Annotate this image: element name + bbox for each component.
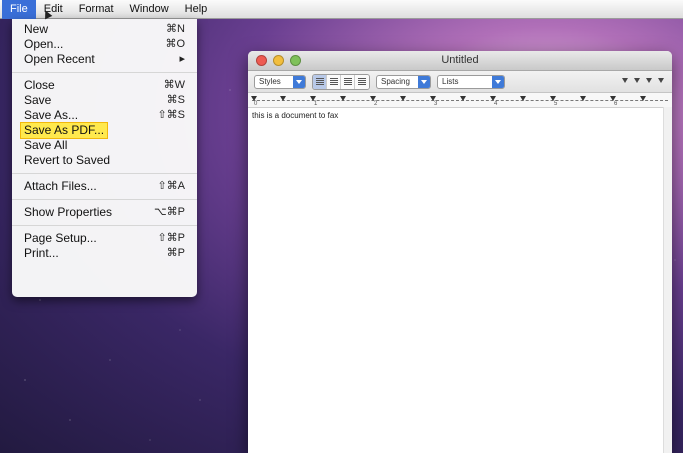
styles-popup-label: Styles	[259, 77, 281, 86]
shortcut-label: ⇧⌘P	[157, 232, 185, 244]
window-titlebar[interactable]: Untitled	[248, 51, 672, 71]
lists-popup[interactable]: Lists	[437, 74, 505, 89]
menu-item-save-all[interactable]: Save All	[12, 138, 197, 153]
chevron-down-icon	[418, 75, 430, 88]
shortcut-label: ⌘S	[166, 94, 185, 106]
chevron-down-icon	[293, 75, 305, 88]
spacing-popup-label: Spacing	[381, 77, 410, 86]
menu-item-label: Show Properties	[24, 205, 113, 219]
align-left-button[interactable]	[313, 74, 327, 89]
ruler-number: 3	[434, 101, 438, 107]
menu-bar: File Edit Format Window Help	[0, 0, 683, 19]
menu-item-label: Save As PDF...	[19, 122, 109, 139]
chevron-down-icon	[492, 75, 504, 88]
shortcut-label: ⇧⌘A	[157, 180, 185, 192]
menu-item-revert-to-saved[interactable]: Revert to Saved	[12, 153, 197, 168]
shortcut-label: ⌘W	[163, 79, 185, 91]
menu-item-save-as-pdf[interactable]: Save As PDF...	[12, 122, 197, 139]
shortcut-label: ⌥⌘P	[153, 206, 185, 218]
menu-file[interactable]: File	[2, 0, 36, 19]
center-tab-icon[interactable]	[633, 77, 642, 86]
menu-item-label: Attach Files...	[24, 179, 97, 193]
menu-separator	[12, 225, 197, 226]
menu-item-label: Save	[24, 93, 52, 107]
menu-item-label: Revert to Saved	[24, 153, 111, 167]
window-title: Untitled	[441, 54, 479, 66]
menu-item-label: Page Setup...	[24, 231, 97, 245]
tab-stop-marker[interactable]	[580, 96, 586, 101]
menu-item-page-setup[interactable]: Page Setup... ⇧⌘P	[12, 231, 197, 246]
menu-item-label: Save All	[24, 138, 68, 152]
file-menu-dropdown: New ⌘N Open... ⌘O Open Recent ▸ Close ⌘W…	[12, 19, 197, 297]
ruler-number: 5	[554, 101, 558, 107]
tab-stop-marker[interactable]	[640, 96, 646, 101]
tab-stop-marker[interactable]	[460, 96, 466, 101]
ruler-number: 6	[614, 101, 618, 107]
menu-item-label: Close	[24, 78, 55, 92]
menu-item-save-as[interactable]: Save As... ⇧⌘S	[12, 108, 197, 123]
left-tab-icon[interactable]	[621, 77, 630, 86]
alignment-segmented-control	[312, 73, 370, 90]
menu-item-attach-files[interactable]: Attach Files... ⇧⌘A	[12, 179, 197, 194]
submenu-arrow-icon: ▸	[179, 53, 185, 65]
tab-stop-marker[interactable]	[520, 96, 526, 101]
menu-item-label: Open Recent	[24, 52, 95, 66]
menu-item-show-properties[interactable]: Show Properties ⌥⌘P	[12, 205, 197, 220]
tab-stop-marker[interactable]	[340, 96, 346, 101]
format-toolbar: Styles Spacing Lists	[248, 71, 672, 93]
tab-stop-marker[interactable]	[400, 96, 406, 101]
menu-item-save[interactable]: Save ⌘S	[12, 93, 197, 108]
vertical-scrollbar[interactable]	[663, 107, 672, 453]
tab-stop-buttons	[621, 77, 666, 86]
menu-edit[interactable]: Edit	[36, 0, 71, 19]
menu-item-label: Print...	[24, 246, 59, 260]
menu-item-label: Save As...	[24, 108, 79, 122]
menu-item-label: New	[24, 22, 49, 36]
menu-item-new[interactable]: New ⌘N	[12, 22, 197, 37]
menu-item-close[interactable]: Close ⌘W	[12, 78, 197, 93]
styles-popup[interactable]: Styles	[254, 74, 306, 89]
align-center-button[interactable]	[327, 74, 341, 89]
ruler-number: 2	[374, 101, 378, 107]
align-justify-button[interactable]	[341, 74, 355, 89]
ruler-number: 1	[314, 101, 318, 107]
document-text-area[interactable]: this is a document to fax	[248, 108, 672, 123]
menu-separator	[12, 72, 197, 73]
decimal-tab-icon[interactable]	[657, 77, 666, 86]
ruler[interactable]: 0 1 2 3 4 5 6	[248, 93, 672, 108]
align-right-button[interactable]	[355, 74, 369, 89]
document-text: this is a document to fax	[252, 111, 339, 120]
menu-format[interactable]: Format	[71, 0, 122, 19]
shortcut-label: ⌘O	[165, 38, 185, 50]
spacing-popup[interactable]: Spacing	[376, 74, 431, 89]
menu-separator	[12, 173, 197, 174]
menu-item-open[interactable]: Open... ⌘O	[12, 37, 197, 52]
shortcut-label: ⇧⌘S	[157, 109, 185, 121]
document-window: Untitled Styles Spacing Lists 0 1 2 3 4 …	[248, 51, 672, 453]
shortcut-label: ⌘N	[166, 23, 185, 35]
tab-stop-marker[interactable]	[280, 96, 286, 101]
ruler-number: 0	[254, 101, 258, 107]
menu-item-open-recent[interactable]: Open Recent ▸	[12, 52, 197, 67]
menu-item-print[interactable]: Print... ⌘P	[12, 246, 197, 261]
menu-separator	[12, 199, 197, 200]
shortcut-label: ⌘P	[166, 247, 185, 259]
right-tab-icon[interactable]	[645, 77, 654, 86]
menu-window[interactable]: Window	[122, 0, 177, 19]
menu-item-label: Open...	[24, 37, 64, 51]
ruler-number: 4	[494, 101, 498, 107]
menu-help[interactable]: Help	[177, 0, 216, 19]
lists-popup-label: Lists	[442, 77, 459, 86]
